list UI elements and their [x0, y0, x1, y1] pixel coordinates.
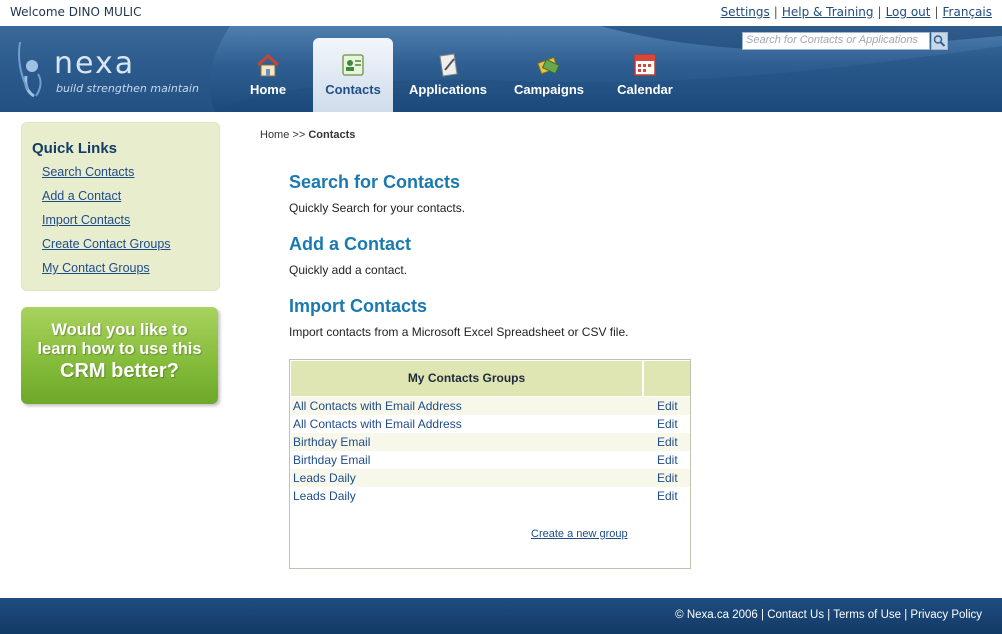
breadcrumb-separator: >> [292, 129, 306, 141]
nexa-logo[interactable]: nexa build strengthen maintain [14, 38, 204, 100]
import-contacts-heading[interactable]: Import Contacts [289, 296, 427, 317]
logo-mark-icon [18, 41, 42, 98]
promo-text: Would you like to learn how to use this … [21, 321, 218, 383]
nav-applications-label: Applications [408, 82, 487, 97]
edit-group-link[interactable]: Edit [657, 417, 678, 431]
groups-table-header: My Contacts Groups [291, 361, 642, 396]
separator: | [773, 5, 778, 19]
group-name-link[interactable]: Birthday Email [293, 453, 370, 467]
search-icon [933, 35, 946, 47]
edit-group-link[interactable]: Edit [657, 453, 678, 467]
table-row: Leads Daily Edit [291, 469, 690, 487]
add-contact-heading[interactable]: Add a Contact [289, 234, 411, 255]
nav-home[interactable]: Home [228, 38, 308, 112]
search-button[interactable] [931, 32, 948, 50]
terms-of-use-link[interactable]: Terms of Use [833, 609, 901, 621]
group-name-link[interactable]: All Contacts with Email Address [293, 399, 462, 413]
contact-groups-table: My Contacts Groups All Contacts with Ema… [289, 359, 691, 569]
search-contacts-description: Quickly Search for your contacts. [289, 201, 466, 215]
group-name-link[interactable]: All Contacts with Email Address [293, 417, 462, 431]
footer: © Nexa.ca 2006 | Contact Us | Terms of U… [0, 598, 1002, 634]
quick-link-create-groups[interactable]: Create Contact Groups [42, 237, 171, 251]
separator: | [934, 5, 939, 19]
crm-training-promo-button[interactable]: Would you like to learn how to use this … [21, 307, 218, 404]
quick-link-search-contacts[interactable]: Search Contacts [42, 165, 134, 179]
contacts-icon [342, 54, 364, 76]
table-row: Birthday Email Edit [291, 433, 690, 451]
help-training-link[interactable]: Help & Training [782, 5, 874, 19]
nav-home-label: Home [249, 82, 287, 97]
edit-group-link[interactable]: Edit [657, 489, 678, 503]
breadcrumb-current: Contacts [308, 129, 356, 141]
francais-link[interactable]: Français [943, 5, 992, 19]
logo-tagline: build strengthen maintain [56, 82, 199, 95]
promo-line-1: Would you like to [51, 321, 188, 339]
quick-link-import-contacts[interactable]: Import Contacts [42, 213, 130, 227]
groups-table-header-actions [644, 361, 690, 396]
table-row: Leads Daily Edit [291, 487, 690, 505]
campaigns-icon [537, 56, 560, 75]
utility-links: Settings | Help & Training | Log out | Françai… [721, 5, 992, 19]
nav-campaigns-label: Campaigns [513, 82, 585, 97]
quick-links-panel: Quick Links Search Contacts Add a Contac… [21, 122, 220, 291]
welcome-text: Welcome DINO MULIC [10, 5, 142, 19]
header-banner: nexa build strengthen maintain Home Cont… [0, 26, 1002, 112]
nav-calendar-label: Calendar [617, 82, 673, 97]
contact-us-link[interactable]: Contact Us [767, 609, 824, 621]
group-name-link[interactable]: Birthday Email [293, 435, 370, 449]
promo-line-2: learn how to use this [37, 340, 202, 358]
edit-group-link[interactable]: Edit [657, 399, 678, 413]
search-input[interactable]: Search for Contacts or Applications [742, 32, 930, 50]
nav-campaigns[interactable]: Campaigns [509, 38, 589, 112]
table-row: All Contacts with Email Address Edit [291, 397, 690, 415]
quick-link-my-groups[interactable]: My Contact Groups [42, 261, 150, 275]
privacy-policy-link[interactable]: Privacy Policy [910, 609, 982, 621]
breadcrumb: Home >> Contacts [260, 129, 355, 141]
logout-link[interactable]: Log out [886, 5, 931, 19]
edit-group-link[interactable]: Edit [657, 471, 678, 485]
breadcrumb-home[interactable]: Home [260, 129, 289, 141]
nav-contacts-label: Contacts [325, 82, 381, 97]
house-icon [256, 53, 280, 77]
search-contacts-heading[interactable]: Search for Contacts [289, 172, 460, 193]
nav-calendar[interactable]: Calendar [605, 38, 685, 112]
import-contacts-description: Import contacts from a Microsoft Excel S… [289, 325, 629, 339]
add-contact-description: Quickly add a contact. [289, 263, 408, 277]
settings-link[interactable]: Settings [721, 5, 770, 19]
quick-links-title: Quick Links [32, 140, 118, 157]
group-name-link[interactable]: Leads Daily [293, 471, 356, 485]
promo-line-3: CRM better? [60, 360, 179, 382]
copyright-text: © Nexa.ca 2006 [675, 609, 758, 621]
calendar-icon [634, 54, 656, 76]
group-name-link[interactable]: Leads Daily [293, 489, 356, 503]
create-new-group-link[interactable]: Create a new group [531, 528, 628, 540]
nav-applications[interactable]: Applications [408, 38, 488, 112]
applications-icon [439, 53, 458, 77]
separator: | [877, 5, 882, 19]
logo-wordmark: nexa [54, 46, 136, 81]
quick-link-add-contact[interactable]: Add a Contact [42, 189, 121, 203]
table-row: Birthday Email Edit [291, 451, 690, 469]
footer-text: © Nexa.ca 2006 | Contact Us | Terms of U… [675, 609, 982, 621]
nav-contacts[interactable]: Contacts [313, 38, 393, 112]
table-row: All Contacts with Email Address Edit [291, 415, 690, 433]
top-utility-bar: Welcome DINO MULIC Settings | Help & Train… [0, 0, 1002, 26]
edit-group-link[interactable]: Edit [657, 435, 678, 449]
